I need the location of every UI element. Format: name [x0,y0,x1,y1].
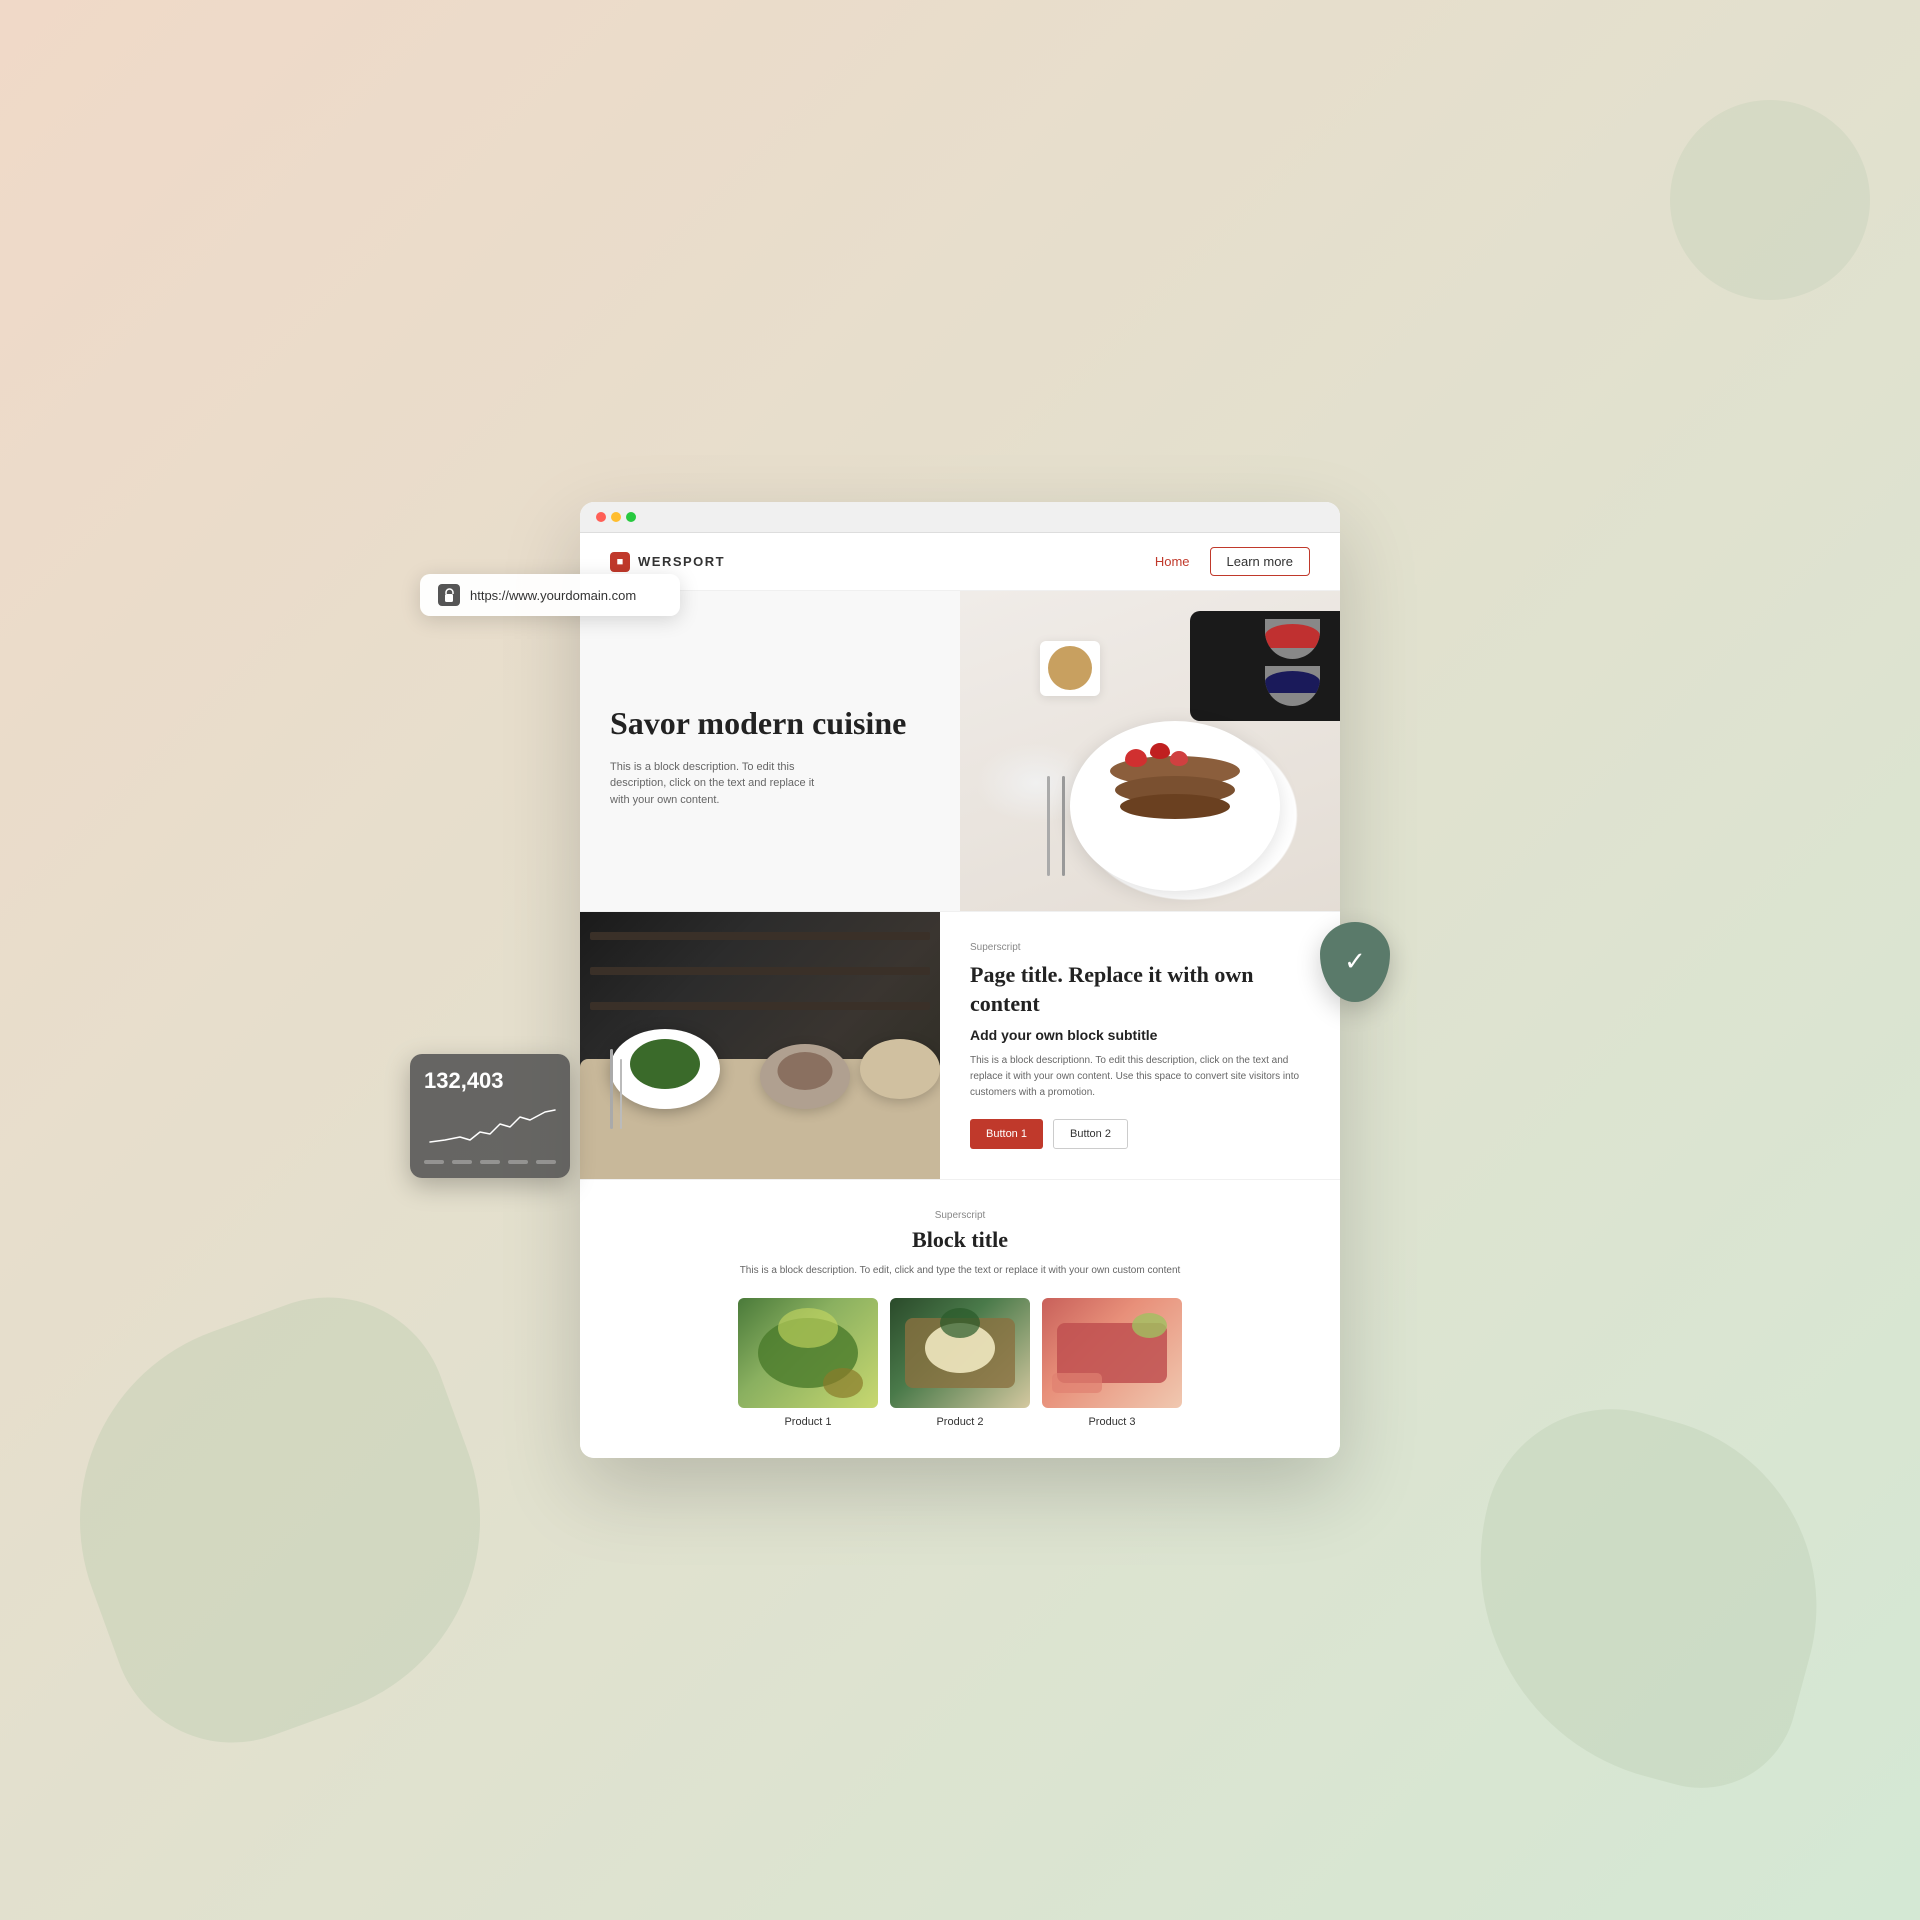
content-subtitle: Add your own block subtitle [970,1027,1310,1043]
navbar: ■ WERSPORT Home Learn more [580,533,1340,591]
product-name-3: Product 3 [1042,1416,1182,1428]
product-name-2: Product 2 [890,1416,1030,1428]
stats-dot [480,1160,500,1164]
product-image-2 [890,1298,1030,1408]
products-superscript: Superscript [610,1210,1310,1221]
stats-dots-row [424,1160,556,1164]
products-section: Superscript Block title This is a block … [580,1179,1340,1458]
product-image-1 [738,1298,878,1408]
website-content: ■ WERSPORT Home Learn more Savor modern … [580,533,1340,1457]
stats-dot [508,1160,528,1164]
hero-description: This is a block description. To edit thi… [610,759,830,809]
learn-more-button[interactable]: Learn more [1210,547,1310,576]
content-section: Superscript Page title. Replace it with … [580,911,1340,1178]
minimize-dot[interactable] [611,512,621,522]
content-image [580,912,940,1178]
stats-chart [424,1102,556,1152]
lock-icon [438,584,460,606]
hero-section: Savor modern cuisine This is a block des… [580,591,1340,911]
shield-check-icon: ✓ [1344,947,1366,977]
content-description: This is a block descriptionn. To edit th… [970,1053,1310,1101]
url-text: https://www.yourdomain.com [470,588,636,603]
restaurant-table [580,1059,940,1179]
knife [1062,776,1065,876]
maximize-dot[interactable] [626,512,636,522]
content-buttons: Button 1 Button 2 [970,1119,1310,1149]
stats-dot [424,1160,444,1164]
products-title: Block title [610,1227,1310,1253]
browser-dots [596,512,636,522]
content-text: Superscript Page title. Replace it with … [940,912,1340,1178]
restaurant-background [580,912,940,1178]
product-card-3: Product 3 [1042,1298,1182,1428]
products-description: This is a block description. To edit, cl… [610,1263,1310,1278]
coffee-cup [1040,641,1100,696]
stats-dot [536,1160,556,1164]
browser-chrome [580,502,1340,533]
food-plate [1070,721,1280,891]
product-name-1: Product 1 [738,1416,878,1428]
brand-icon: ■ [610,552,630,572]
hero-image [960,591,1340,911]
content-superscript: Superscript [970,942,1310,953]
address-bar[interactable]: https://www.yourdomain.com [420,574,680,616]
stats-dot [452,1160,472,1164]
stats-widget: 132,403 [410,1054,570,1178]
products-grid: Product 1 Product 2 [610,1298,1310,1428]
hero-text: Savor modern cuisine This is a block des… [580,591,960,911]
fork-right [620,1059,622,1129]
product-card-1: Product 1 [738,1298,878,1428]
stats-number: 132,403 [424,1068,556,1094]
product-image-3 [1042,1298,1182,1408]
fork-left [610,1049,613,1129]
product-card-2: Product 2 [890,1298,1030,1428]
close-dot[interactable] [596,512,606,522]
brand-name: WERSPORT [638,554,725,569]
fork [1047,776,1050,876]
hero-title: Savor modern cuisine [610,704,930,742]
nav-home-link[interactable]: Home [1155,554,1190,569]
navbar-nav: Home Learn more [1155,547,1310,576]
navbar-brand: ■ WERSPORT [610,552,725,572]
browser-window: ■ WERSPORT Home Learn more Savor modern … [580,502,1340,1457]
content-title: Page title. Replace it with own content [970,961,1310,1018]
hero-food-visual [960,591,1340,911]
button-1[interactable]: Button 1 [970,1119,1043,1149]
button-2[interactable]: Button 2 [1053,1119,1128,1149]
